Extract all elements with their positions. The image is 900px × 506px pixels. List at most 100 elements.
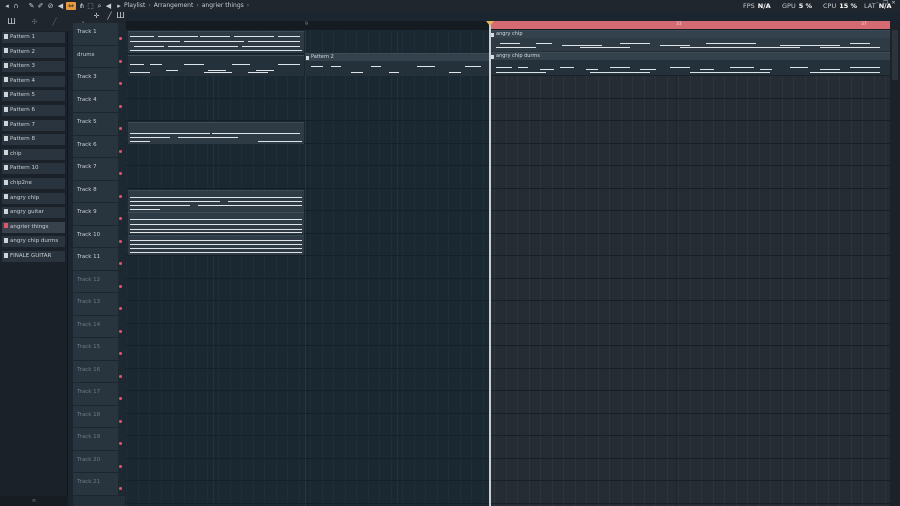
pencil-icon[interactable]: ✎	[28, 2, 35, 10]
slip-icon[interactable]: ⇔	[66, 2, 76, 10]
move-icon[interactable]: ✣	[30, 18, 39, 26]
mute-dot-icon[interactable]	[119, 307, 122, 310]
mute-dot-icon[interactable]	[119, 352, 122, 355]
mute-dot-icon[interactable]	[119, 464, 122, 468]
breadcrumb-arrangement[interactable]: Arrangement	[154, 2, 194, 10]
select-icon[interactable]: ⬚	[87, 2, 94, 10]
breadcrumb-pattern[interactable]: angrier things	[202, 2, 244, 10]
piano-icon[interactable]: Ш	[7, 18, 16, 26]
pattern-item[interactable]: Pattern 3	[2, 61, 65, 73]
pattern-clip[interactable]	[128, 190, 304, 212]
track-header[interactable]: drums	[73, 45, 125, 68]
slice-icon[interactable]: ⋔	[78, 2, 85, 10]
mute-dot-icon[interactable]	[119, 172, 122, 175]
draw-icon[interactable]: ╱	[50, 18, 59, 26]
track-header[interactable]: Track 4	[73, 90, 125, 113]
track-header[interactable]: Track 6	[73, 135, 125, 158]
pattern-item[interactable]: angrier things	[2, 221, 65, 233]
note-bar	[234, 36, 274, 37]
arrow-right-icon[interactable]: ▸	[116, 2, 122, 10]
breadcrumb-playlist[interactable]: Playlist	[124, 2, 145, 10]
mute-dot-icon[interactable]	[119, 59, 122, 63]
track-header[interactable]: Track 7	[73, 158, 125, 181]
track-header[interactable]: Track 12	[73, 270, 125, 293]
track-header[interactable]: Track 5	[73, 113, 125, 136]
delete-icon[interactable]: ⊘	[47, 2, 54, 10]
loop-region[interactable]	[490, 21, 890, 29]
pattern-scroll[interactable]: ≡	[0, 496, 68, 506]
pattern-clip[interactable]: angry chip durms	[490, 52, 890, 75]
mute-icon[interactable]: ◀	[57, 2, 64, 10]
maximize-button[interactable]: ❐	[882, 1, 889, 6]
pattern-clip[interactable]: Pattern 2	[305, 53, 489, 76]
pattern-item[interactable]: Pattern 10	[2, 163, 65, 175]
track-header[interactable]: Track 11	[73, 248, 125, 271]
pattern-item[interactable]: angry chip	[2, 192, 65, 204]
track-header[interactable]: Track 9	[73, 203, 125, 226]
track-header[interactable]: Track 13	[73, 293, 125, 316]
magnet-icon[interactable]: ∩	[12, 2, 20, 10]
pattern-item[interactable]: Pattern 8	[2, 134, 65, 146]
track-header[interactable]: Track 10	[73, 225, 125, 248]
mute-dot-icon[interactable]	[119, 419, 122, 423]
pattern-item[interactable]: angry chip durms	[2, 236, 65, 248]
mute-dot-icon[interactable]	[119, 194, 122, 198]
mute-dot-icon[interactable]	[119, 149, 122, 153]
pattern-clip[interactable]	[128, 122, 304, 144]
mute-dot-icon[interactable]	[119, 104, 122, 108]
mute-dot-icon[interactable]	[119, 127, 122, 130]
track-header[interactable]: Track 19	[73, 428, 125, 451]
mute-dot-icon[interactable]	[119, 442, 122, 445]
track-header[interactable]: Track 15	[73, 338, 125, 361]
mute-dot-icon[interactable]	[119, 37, 122, 40]
pattern-item[interactable]: Pattern 6	[2, 105, 65, 116]
pattern-item[interactable]: chip2ne	[2, 178, 65, 189]
line-icon[interactable]: ╱	[105, 12, 114, 20]
pattern-clip[interactable]	[128, 212, 304, 234]
track-header[interactable]: Track 17	[73, 383, 125, 406]
clip-label: angry chip durms	[496, 53, 540, 59]
close-button[interactable]: ✕	[890, 1, 897, 6]
pattern-clip[interactable]	[128, 55, 304, 76]
pattern-item[interactable]: FINALE GUITAR	[2, 251, 65, 262]
minimize-button[interactable]: –	[874, 1, 881, 6]
pattern-item[interactable]: Pattern 2	[2, 46, 65, 58]
track-header[interactable]: Track 16	[73, 360, 125, 383]
mute-dot-icon[interactable]	[119, 374, 122, 378]
track-header[interactable]: Track 21	[73, 473, 125, 496]
paint-icon[interactable]: ✐	[37, 2, 44, 10]
pattern-item[interactable]: chip	[2, 148, 65, 160]
pattern-item[interactable]: Pattern 1	[2, 32, 65, 43]
mute-dot-icon[interactable]	[119, 239, 122, 243]
scrollbar-thumb[interactable]	[892, 30, 898, 80]
keyboard-icon[interactable]: Ш	[116, 12, 125, 20]
pattern-item[interactable]: angry guitar	[2, 207, 65, 219]
track-header[interactable]: Track 1	[73, 23, 125, 46]
pattern-item[interactable]: Pattern 5	[2, 90, 65, 102]
pattern-clip[interactable]: angry chip	[490, 30, 890, 51]
mute-dot-icon[interactable]	[119, 82, 122, 85]
menu-arrow-icon[interactable]: ◂	[4, 2, 10, 10]
mute-dot-icon[interactable]	[119, 487, 122, 490]
mute-dot-icon[interactable]	[119, 284, 122, 288]
mute-dot-icon[interactable]	[119, 217, 122, 220]
zoom-icon[interactable]: ⌕	[96, 2, 103, 10]
track-header[interactable]: Track 8	[73, 180, 125, 203]
loop-end-mark: 37	[861, 22, 867, 27]
crosshair-icon[interactable]: ✛	[92, 12, 101, 20]
pattern-clip[interactable]	[128, 235, 304, 255]
track-header[interactable]: Track 18	[73, 405, 125, 428]
pattern-clip[interactable]	[128, 31, 304, 53]
pattern-item[interactable]: Pattern 4	[2, 75, 65, 87]
pattern-item[interactable]: Pattern 7	[2, 119, 65, 131]
playhead[interactable]	[489, 21, 491, 506]
playhead-marker-icon[interactable]	[486, 21, 494, 26]
mute-dot-icon[interactable]	[119, 329, 122, 333]
mute-dot-icon[interactable]	[119, 262, 122, 265]
vertical-scrollbar[interactable]	[890, 21, 900, 506]
track-header[interactable]: Track 20	[73, 450, 125, 473]
speaker-icon[interactable]: ◀	[105, 2, 112, 10]
track-header[interactable]: Track 14	[73, 315, 125, 338]
track-header[interactable]: Track 3	[73, 68, 125, 91]
mute-dot-icon[interactable]	[119, 397, 122, 400]
